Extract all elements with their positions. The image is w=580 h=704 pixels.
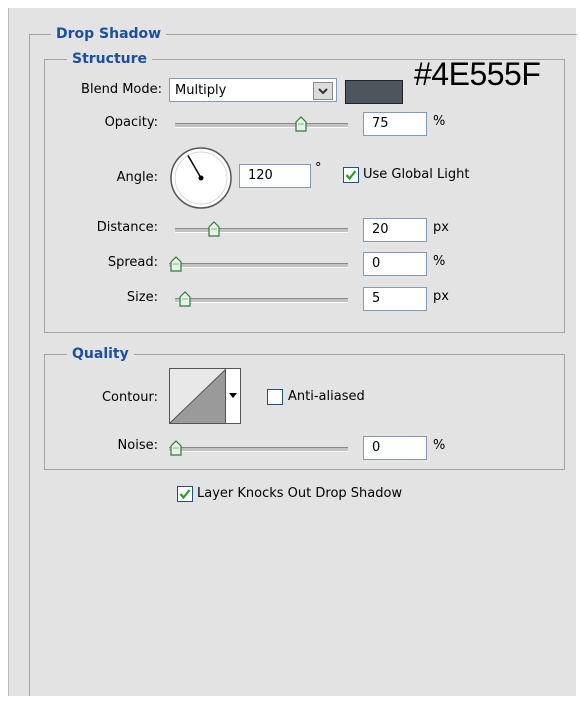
noise-label: Noise: xyxy=(117,438,158,453)
layer-style-panel: Drop Shadow Structure Blend Mode: Multip… xyxy=(8,8,577,696)
spread-unit: % xyxy=(433,254,446,269)
slider-track xyxy=(169,263,348,268)
slider-track xyxy=(175,123,348,128)
opacity-input[interactable]: 75 xyxy=(363,112,427,136)
slider-thumb-icon[interactable] xyxy=(169,440,183,456)
contour-label: Contour: xyxy=(101,390,158,405)
blend-mode-select[interactable]: Multiply xyxy=(169,78,337,102)
shadow-color-swatch[interactable] xyxy=(345,80,403,104)
drop-shadow-title: Drop Shadow xyxy=(51,26,167,42)
checkmark-icon xyxy=(179,489,191,500)
chevron-down-icon[interactable] xyxy=(313,82,333,100)
checkmark-icon xyxy=(345,170,357,181)
contour-picker[interactable] xyxy=(169,368,241,424)
quality-title: Quality xyxy=(67,346,134,362)
use-global-light-label: Use Global Light xyxy=(363,167,470,182)
spread-label: Spread: xyxy=(107,255,158,270)
use-global-light-checkbox[interactable] xyxy=(343,167,359,183)
angle-dial[interactable] xyxy=(169,146,233,210)
contour-preview-icon xyxy=(170,369,226,423)
distance-input[interactable]: 20 xyxy=(363,218,427,242)
spread-slider[interactable] xyxy=(169,256,348,272)
slider-track xyxy=(175,228,348,233)
slider-thumb-icon[interactable] xyxy=(178,291,192,307)
noise-input[interactable]: 0 xyxy=(363,436,427,460)
color-hex-annotation: #4E555F xyxy=(414,56,541,92)
distance-slider[interactable] xyxy=(175,221,348,237)
size-slider[interactable] xyxy=(175,291,348,307)
anti-aliased-checkbox[interactable] xyxy=(267,389,283,405)
slider-thumb-icon[interactable] xyxy=(169,256,183,272)
slider-track xyxy=(169,447,348,452)
opacity-label: Opacity: xyxy=(104,115,158,130)
noise-slider[interactable] xyxy=(169,440,348,456)
structure-title: Structure xyxy=(67,51,153,67)
distance-label: Distance: xyxy=(96,220,158,235)
slider-thumb-icon[interactable] xyxy=(207,221,221,237)
size-label: Size: xyxy=(126,290,158,305)
blend-mode-label: Blend Mode: xyxy=(81,82,162,97)
slider-track xyxy=(175,298,348,303)
layer-knocks-out-checkbox[interactable] xyxy=(177,486,193,502)
opacity-unit: % xyxy=(433,114,446,129)
angle-input[interactable]: 120 xyxy=(239,164,311,188)
layer-knocks-out-label: Layer Knocks Out Drop Shadow xyxy=(197,486,403,501)
opacity-slider[interactable] xyxy=(175,116,348,132)
size-unit: px xyxy=(433,289,449,304)
spread-input[interactable]: 0 xyxy=(363,252,427,276)
blend-mode-value: Multiply xyxy=(175,83,227,98)
noise-unit: % xyxy=(433,438,446,453)
distance-unit: px xyxy=(433,220,449,235)
angle-label: Angle: xyxy=(116,170,158,185)
chevron-down-icon[interactable] xyxy=(225,369,240,423)
angle-unit: ° xyxy=(315,161,322,176)
anti-aliased-label: Anti-aliased xyxy=(288,389,365,404)
slider-thumb-icon[interactable] xyxy=(294,116,308,132)
size-input[interactable]: 5 xyxy=(363,287,427,311)
